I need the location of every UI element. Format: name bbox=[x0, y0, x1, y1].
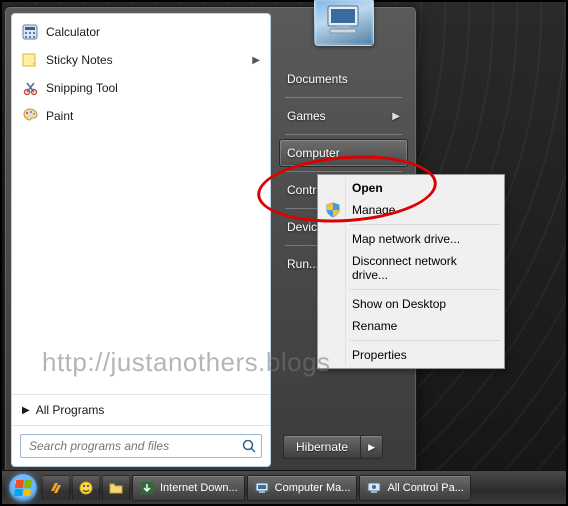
places-label: Run... bbox=[287, 257, 319, 271]
places-computer[interactable]: Computer bbox=[279, 139, 408, 167]
pinned-item-calculator[interactable]: Calculator bbox=[12, 18, 270, 46]
compmgmt-icon bbox=[254, 480, 270, 496]
start-menu-left-pane: Calculator Sticky Notes ▶ Snipping Tool bbox=[11, 13, 271, 467]
shield-icon bbox=[325, 202, 341, 218]
taskbar: Internet Down... Computer Ma... All Cont… bbox=[2, 470, 566, 504]
pinned-item-snipping[interactable]: Snipping Tool bbox=[12, 74, 270, 102]
separator bbox=[350, 289, 500, 290]
taskbar-task[interactable]: Internet Down... bbox=[132, 475, 245, 501]
chevron-right-icon: ▶ bbox=[252, 55, 260, 66]
smiley-icon bbox=[78, 480, 94, 496]
ctx-label: Disconnect network drive... bbox=[352, 254, 492, 282]
search-box[interactable] bbox=[20, 434, 262, 458]
taskbar-pinned-messenger[interactable] bbox=[72, 475, 100, 501]
pinned-programs-list: Calculator Sticky Notes ▶ Snipping Tool bbox=[12, 14, 270, 394]
taskbar-task-label: Computer Ma... bbox=[275, 482, 351, 494]
ctx-label: Properties bbox=[352, 348, 407, 362]
start-button[interactable] bbox=[6, 473, 40, 503]
places-label: Documents bbox=[287, 72, 348, 86]
context-menu: Open Manage Map network drive... Disconn… bbox=[317, 174, 505, 369]
separator bbox=[350, 224, 500, 225]
computer-icon bbox=[322, 4, 366, 40]
search-icon bbox=[241, 438, 257, 454]
ctx-disconnect-drive[interactable]: Disconnect network drive... bbox=[320, 250, 502, 286]
stickynotes-icon bbox=[22, 52, 38, 68]
shutdown-label: Hibernate bbox=[296, 440, 348, 454]
ctx-label: Open bbox=[352, 181, 383, 195]
chevron-right-icon: ▶ bbox=[392, 111, 400, 122]
ctx-manage[interactable]: Manage bbox=[320, 199, 502, 221]
taskbar-pinned-winamp[interactable] bbox=[42, 475, 70, 501]
chevron-right-icon: ▶ bbox=[22, 405, 30, 416]
search-box-wrap bbox=[12, 425, 270, 466]
ctx-label: Manage bbox=[352, 203, 395, 217]
ctrlpanel-icon bbox=[366, 480, 382, 496]
places-documents[interactable]: Documents bbox=[279, 65, 408, 93]
snipping-icon bbox=[22, 80, 38, 96]
ctx-properties[interactable]: Properties bbox=[320, 344, 502, 366]
separator bbox=[285, 134, 402, 135]
separator bbox=[285, 97, 402, 98]
places-label: Computer bbox=[287, 146, 340, 160]
folder-icon bbox=[108, 480, 124, 496]
shutdown-button[interactable]: Hibernate bbox=[283, 435, 361, 459]
all-programs-button[interactable]: ▶ All Programs bbox=[12, 394, 270, 425]
pinned-item-stickynotes[interactable]: Sticky Notes ▶ bbox=[12, 46, 270, 74]
ctx-open[interactable]: Open bbox=[320, 177, 502, 199]
taskbar-task-label: Internet Down... bbox=[160, 482, 238, 494]
all-programs-label: All Programs bbox=[36, 403, 105, 417]
search-input[interactable] bbox=[27, 438, 241, 454]
paint-icon bbox=[22, 108, 38, 124]
ctx-label: Map network drive... bbox=[352, 232, 460, 246]
calculator-icon bbox=[22, 24, 38, 40]
pinned-item-label: Snipping Tool bbox=[46, 81, 118, 95]
shutdown-options-button[interactable]: ▶ bbox=[361, 435, 383, 459]
pinned-item-paint[interactable]: Paint bbox=[12, 102, 270, 130]
taskbar-task[interactable]: All Control Pa... bbox=[359, 475, 470, 501]
pinned-item-label: Paint bbox=[46, 109, 73, 123]
idm-icon bbox=[139, 480, 155, 496]
separator bbox=[285, 171, 402, 172]
ctx-map-drive[interactable]: Map network drive... bbox=[320, 228, 502, 250]
user-picture[interactable] bbox=[314, 0, 374, 46]
places-games[interactable]: Games ▶ bbox=[279, 102, 408, 130]
ctx-rename[interactable]: Rename bbox=[320, 315, 502, 337]
taskbar-pinned-explorer[interactable] bbox=[102, 475, 130, 501]
shutdown-group: Hibernate ▶ bbox=[279, 435, 408, 465]
windows-logo-icon bbox=[14, 480, 32, 496]
ctx-label: Show on Desktop bbox=[352, 297, 446, 311]
ctx-label: Rename bbox=[352, 319, 397, 333]
taskbar-task-label: All Control Pa... bbox=[387, 482, 463, 494]
places-label: Games bbox=[287, 109, 326, 123]
ctx-show-desktop[interactable]: Show on Desktop bbox=[320, 293, 502, 315]
pinned-item-label: Calculator bbox=[46, 25, 100, 39]
separator bbox=[350, 340, 500, 341]
pinned-item-label: Sticky Notes bbox=[46, 53, 113, 67]
taskbar-task[interactable]: Computer Ma... bbox=[247, 475, 358, 501]
winamp-icon bbox=[48, 480, 64, 496]
chevron-right-icon: ▶ bbox=[368, 442, 375, 453]
